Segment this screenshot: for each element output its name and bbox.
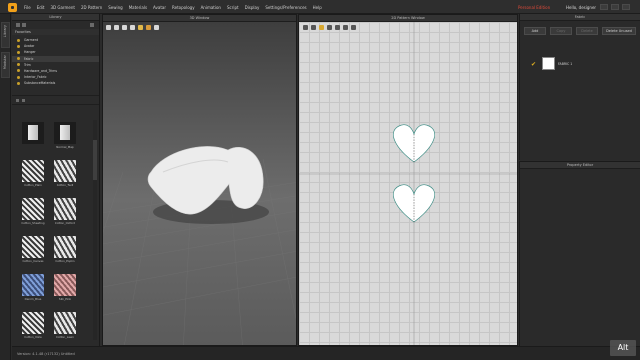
menu-2d-pattern[interactable]: 2D Pattern bbox=[81, 5, 102, 10]
3d-viewport[interactable] bbox=[103, 22, 296, 345]
tab-modular[interactable]: Modular bbox=[1, 52, 10, 78]
menu-animation[interactable]: Animation bbox=[201, 5, 221, 10]
copy-fabric-button[interactable]: Copy bbox=[550, 27, 572, 35]
2d-window-title: 2D Pattern Window bbox=[299, 15, 517, 22]
thumbnail-image bbox=[54, 236, 76, 258]
fabric-thumbnail[interactable]: Cotton_Oxford bbox=[52, 198, 78, 225]
check-icon: ✔ bbox=[531, 61, 537, 68]
forward-icon[interactable] bbox=[22, 23, 26, 27]
fabric-thumbnail[interactable]: Cotton_Voile bbox=[20, 312, 46, 339]
thumbnail-caption: Cotton_Poplin bbox=[55, 259, 75, 263]
property-editor-panel: Property Editor bbox=[519, 161, 640, 346]
status-text: Version: 4.1.48 (r17132) Untitled bbox=[17, 352, 75, 356]
thumbnail-caption: Normal_Map bbox=[56, 145, 74, 149]
tab-library[interactable]: Library bbox=[1, 22, 10, 48]
thumbnail-image bbox=[22, 198, 44, 220]
thumbnail-image bbox=[22, 236, 44, 258]
scrollbar-thumb[interactable] bbox=[93, 140, 97, 180]
thumbnail-caption: Denim_Blue bbox=[24, 297, 42, 301]
tab-modular-label: Modular bbox=[3, 55, 7, 70]
tab-library-label: Library bbox=[3, 25, 7, 38]
thumbnail-caption: Cotton_Twill bbox=[56, 183, 74, 187]
thumbnail-image bbox=[22, 122, 44, 144]
thumbnail-caption: Cotton_Canvas bbox=[22, 259, 44, 263]
menu-retopology[interactable]: Retopology bbox=[172, 5, 195, 10]
thumbnail-caption: Silk_Pink bbox=[58, 297, 72, 301]
fabric-thumbnail[interactable] bbox=[20, 122, 46, 145]
fabric-panel-title: Fabric bbox=[520, 14, 640, 21]
fabric-panel: Fabric Add Copy Delete Delete Unused ✔ F… bbox=[519, 14, 640, 160]
edition-label: Personal Edition bbox=[518, 5, 551, 10]
fabric-thumbnail[interactable]: Normal_Map bbox=[52, 122, 78, 149]
add-fabric-button[interactable]: Add bbox=[524, 27, 546, 35]
menu-items: File Edit 3D Garment 2D Pattern Sewing M… bbox=[24, 5, 322, 10]
2d-pattern-window: 2D Pattern Window bbox=[298, 14, 518, 346]
fabric-thumbnail[interactable]: Cotton_Sheeting bbox=[20, 198, 46, 225]
fabric-name: FABRIC 1 bbox=[558, 62, 573, 66]
property-editor-title: Property Editor bbox=[520, 162, 640, 169]
fabric-thumbnail[interactable]: Cotton_Lawn bbox=[52, 312, 78, 339]
menu-sewing[interactable]: Sewing bbox=[108, 5, 122, 10]
add-folder-icon[interactable] bbox=[90, 23, 94, 27]
fabric-swatch bbox=[542, 57, 555, 70]
fabric-thumbnail[interactable]: Denim_Blue bbox=[20, 274, 46, 301]
status-bar: Version: 4.1.48 (r17132) Untitled bbox=[12, 346, 640, 360]
thumbnail-caption: Cotton_Plain bbox=[24, 183, 42, 187]
thumbnail-image bbox=[54, 198, 76, 220]
menu-avatar[interactable]: Avatar bbox=[153, 5, 166, 10]
2d-viewport[interactable] bbox=[299, 22, 517, 345]
minimize-button[interactable] bbox=[600, 4, 608, 10]
menu-file[interactable]: File bbox=[24, 5, 31, 10]
library-toolbar bbox=[12, 21, 99, 29]
fabric-thumbnail[interactable]: Cotton_Poplin bbox=[52, 236, 78, 263]
app-window: File Edit 3D Garment 2D Pattern Sewing M… bbox=[0, 0, 640, 360]
maximize-button[interactable] bbox=[611, 4, 619, 10]
menu-bar: File Edit 3D Garment 2D Pattern Sewing M… bbox=[0, 0, 640, 14]
thumbnail-caption: Cotton_Lawn bbox=[55, 335, 75, 339]
3d-window-title: 3D Window bbox=[103, 15, 296, 22]
back-icon[interactable] bbox=[16, 23, 20, 27]
fabric-thumbnail[interactable]: Cotton_Canvas bbox=[20, 236, 46, 263]
3d-window: 3D Window bbox=[102, 14, 297, 346]
library-view-toolbar bbox=[12, 96, 99, 105]
app-logo-icon[interactable] bbox=[8, 3, 17, 12]
library-tree: Garment Avatar Hanger Fabric Trim Hardwa… bbox=[12, 35, 99, 95]
list-view-icon[interactable] bbox=[22, 99, 25, 102]
menu-display[interactable]: Display bbox=[245, 5, 260, 10]
3d-scene bbox=[103, 146, 296, 345]
thumbnail-image bbox=[22, 274, 44, 296]
thumbnail-caption: Cotton_Oxford bbox=[54, 221, 76, 225]
library-title: Library bbox=[12, 14, 99, 21]
fabric-thumbnail[interactable]: Cotton_Plain bbox=[20, 160, 46, 187]
thumbnail-image bbox=[54, 274, 76, 296]
menu-3d-garment[interactable]: 3D Garment bbox=[50, 5, 74, 10]
library-scrollbar[interactable] bbox=[93, 120, 97, 340]
fabric-thumbnail[interactable]: Cotton_Twill bbox=[52, 160, 78, 187]
menu-help[interactable]: Help bbox=[313, 5, 322, 10]
menu-settings[interactable]: Settings/Preferences bbox=[265, 5, 306, 10]
thumbnail-image bbox=[22, 312, 44, 334]
thumbnail-image bbox=[54, 312, 76, 334]
thumbnail-image bbox=[54, 122, 76, 144]
thumbnail-image bbox=[22, 160, 44, 182]
user-greeting: Hello, designer bbox=[566, 5, 597, 10]
thumbnail-caption: Cotton_Voile bbox=[24, 335, 42, 339]
menu-materials[interactable]: Materials bbox=[129, 5, 147, 10]
2d-scene bbox=[299, 22, 517, 345]
watermark-badge: Alt bbox=[610, 340, 636, 356]
vertical-tab-strip: Library Modular bbox=[0, 14, 11, 360]
library-thumbnails: Normal_Map Cotton_Plain Cotton_Twill Cotton… bbox=[20, 122, 86, 342]
thumbnail-image bbox=[54, 160, 76, 182]
menu-script[interactable]: Script bbox=[227, 5, 239, 10]
menu-edit[interactable]: Edit bbox=[37, 5, 45, 10]
delete-fabric-button[interactable]: Delete bbox=[576, 27, 598, 35]
tree-item-substance[interactable]: SubstanceMaterials bbox=[12, 80, 99, 86]
garment-3d[interactable] bbox=[147, 146, 264, 215]
thumbnail-caption: Cotton_Sheeting bbox=[21, 221, 45, 225]
delete-unused-button[interactable]: Delete Unused bbox=[602, 27, 636, 35]
grid-view-icon[interactable] bbox=[16, 99, 19, 102]
fabric-list-item[interactable]: ✔ FABRIC 1 bbox=[528, 57, 628, 71]
fabric-thumbnail[interactable]: Silk_Pink bbox=[52, 274, 78, 301]
close-button[interactable] bbox=[622, 4, 630, 10]
